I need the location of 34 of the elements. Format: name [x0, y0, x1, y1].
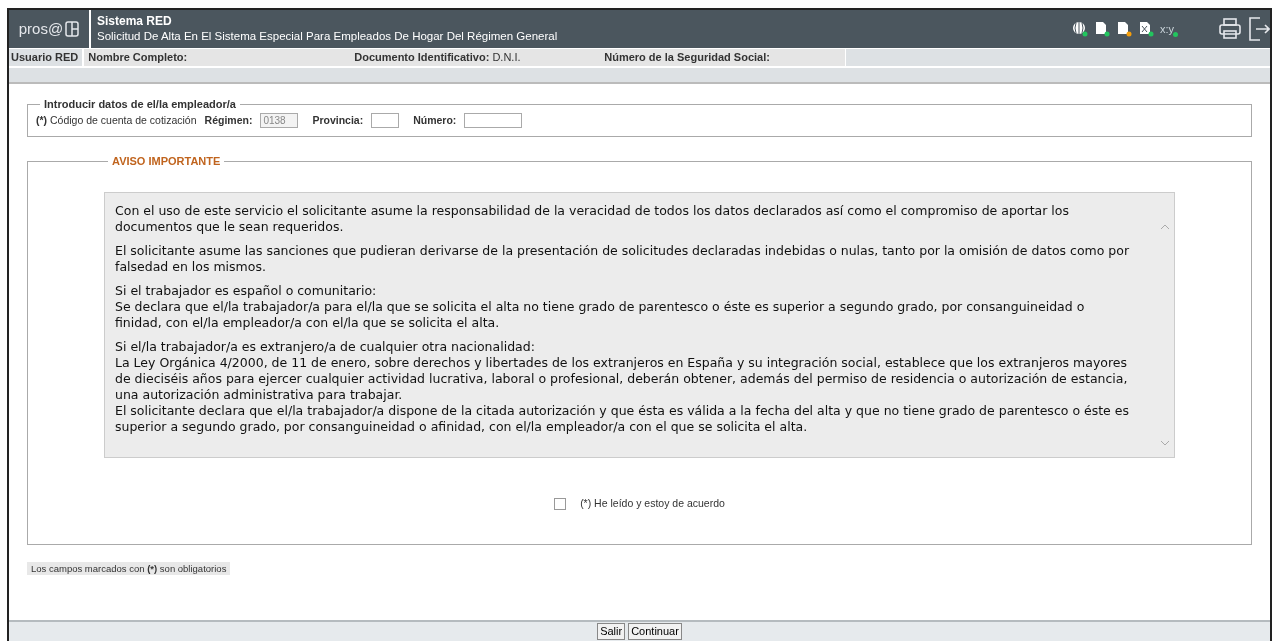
system-title: Sistema RED: [97, 14, 173, 30]
coordinates-button[interactable]: x:y: [1159, 20, 1178, 38]
required-note: Los campos marcados con (*) son obligatorios: [27, 562, 231, 576]
footer-button[interactable]: Salir: [597, 623, 626, 640]
notice-paragraph: El solicitante asume las sanciones que pudieran derivarse de la presentación de solicitudes declaradas indebidas o nulas, tanto por la omisión de datos como por falsedad en los mismos.: [115, 242, 1131, 275]
social-security-label: Número de la Seguridad Social:: [604, 49, 847, 66]
name-label: Nombre Completo:: [84, 49, 355, 66]
notice-paragraph: El solicitante declara que el/la trabajador/a dispone de la citada autorización y que ésta es válida a la fecha del alta y que no tiene grado de parentesco o éste es superior a segundo grado, por consanguineidad o afinidad, con el/la empleador/a con el que se solicita el alta.: [115, 402, 1130, 435]
excel-document-icon[interactable]: [1137, 21, 1154, 37]
provincia-label: Provincia:: [312, 112, 364, 128]
document-label: Documento Identificativo: D.N.I.: [354, 49, 605, 66]
logo-text: pros@: [18, 18, 64, 39]
notice-paragraph: La Ley Orgánica 4/2000, de 11 de enero, sobre derechos y libertades de los extranjeros en España y su integración social, establece que los extranjeros mayores de dieciséis años para ejercer cualquier actividad lucrativa, laboral o profesional, deberán obtener, además del permiso de residencia o autorización de estancia, una autorización administrativa para trabajar.: [115, 354, 1129, 403]
numero-field[interactable]: [464, 112, 523, 128]
footer-button[interactable]: Continuar: [628, 623, 682, 640]
notice-paragraph: Se declara que el/la trabajador/a para el/la que se solicita el alta no tiene grado de parentesco o éste es superior a segundo grado, por consanguineidad o finidad, con el/la empleador/a con el/la que se solicita el alta.: [115, 298, 1086, 331]
notice-paragraph: Con el uso de este servicio el solicitante asume la responsabilidad de la veracidad de todos los datos declarados así como el compromiso de aportar los documentos que le sean requeridos.: [115, 202, 1070, 235]
numero-label: Número:: [413, 112, 457, 128]
logout-icon[interactable]: [1248, 16, 1270, 42]
account-label: (*) Código de cuenta de cotización: [36, 112, 197, 128]
agree-label: (*) He leído y estoy de acuerdo: [580, 495, 725, 511]
page-title: Solicitud De Alta En El Sistema Especial Para Empleados De Hogar Del Régimen General: [97, 29, 558, 44]
document-icon[interactable]: [1093, 21, 1110, 37]
globe-icon[interactable]: [1071, 21, 1088, 37]
regimen-label: Régimen:: [204, 112, 253, 128]
provincia-field[interactable]: [371, 112, 400, 128]
section-legend: Introducir datos de el/la empleador/a: [40, 96, 240, 113]
notice-legend: AVISO IMPORTANTE: [108, 153, 225, 170]
printer-icon[interactable]: [1218, 17, 1242, 41]
logo-icon: [65, 21, 80, 37]
document-icon[interactable]: [1115, 21, 1132, 37]
notice-paragraph: Si el trabajador es español o comunitario:: [115, 282, 378, 299]
notice-paragraph: Si el/la trabajador/a es extranjero/a de cualquier otra nacionalidad:: [115, 338, 536, 355]
agree-checkbox[interactable]: [554, 497, 567, 510]
